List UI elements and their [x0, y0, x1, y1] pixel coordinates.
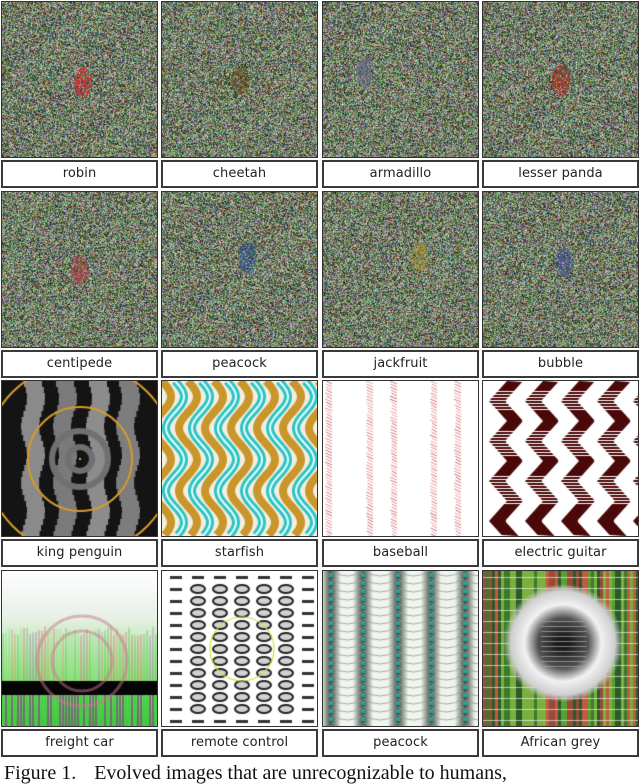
- class-label: centipede: [1, 350, 158, 378]
- class-label: jackfruit: [322, 350, 479, 378]
- class-label: lesser panda: [482, 160, 639, 188]
- figure-number: Figure 1.: [4, 762, 77, 784]
- class-label: king penguin: [1, 539, 158, 567]
- evolved-image-freight-car: [1, 570, 158, 727]
- class-label: peacock: [322, 729, 479, 757]
- evolved-image-peacock-pattern: [322, 570, 479, 727]
- evolved-image-african-grey: [482, 570, 639, 727]
- evolved-image-robin: [1, 1, 158, 158]
- evolved-image-lesser-panda: [482, 1, 639, 158]
- image-canvas: [323, 192, 478, 347]
- class-label: peacock: [161, 350, 318, 378]
- evolved-image-starfish: [161, 380, 318, 537]
- class-label: robin: [1, 160, 158, 188]
- class-label: African grey: [482, 729, 639, 757]
- image-canvas: [2, 2, 157, 157]
- class-label: bubble: [482, 350, 639, 378]
- evolved-image-king-penguin: [1, 380, 158, 537]
- evolved-image-cheetah: [161, 1, 318, 158]
- image-canvas: [323, 571, 478, 726]
- image-canvas: [162, 192, 317, 347]
- image-canvas: [483, 571, 638, 726]
- image-canvas: [323, 381, 478, 536]
- evolved-image-bubble: [482, 191, 639, 348]
- class-label: cheetah: [161, 160, 318, 188]
- image-canvas: [323, 2, 478, 157]
- image-canvas: [162, 381, 317, 536]
- image-canvas: [2, 571, 157, 726]
- evolved-image-jackfruit: [322, 191, 479, 348]
- class-label: remote control: [161, 729, 318, 757]
- class-label: baseball: [322, 539, 479, 567]
- image-canvas: [483, 192, 638, 347]
- class-label: starfish: [161, 539, 318, 567]
- evolved-image-armadillo: [322, 1, 479, 158]
- image-canvas: [162, 571, 317, 726]
- evolved-image-peacock-noise: [161, 191, 318, 348]
- image-canvas: [483, 2, 638, 157]
- evolved-image-baseball: [322, 380, 479, 537]
- image-canvas: [483, 381, 638, 536]
- class-label: armadillo: [322, 160, 479, 188]
- caption-text: Evolved images that are unrecognizable t…: [94, 762, 507, 784]
- figure-caption: Figure 1. Evolved images that are unrecog…: [0, 760, 640, 784]
- image-canvas: [162, 2, 317, 157]
- class-label: electric guitar: [482, 539, 639, 567]
- evolved-image-remote-control: [161, 570, 318, 727]
- class-label: freight car: [1, 729, 158, 757]
- image-canvas: [2, 381, 157, 536]
- evolved-image-electric-guitar: [482, 380, 639, 537]
- image-canvas: [2, 192, 157, 347]
- evolved-image-centipede: [1, 191, 158, 348]
